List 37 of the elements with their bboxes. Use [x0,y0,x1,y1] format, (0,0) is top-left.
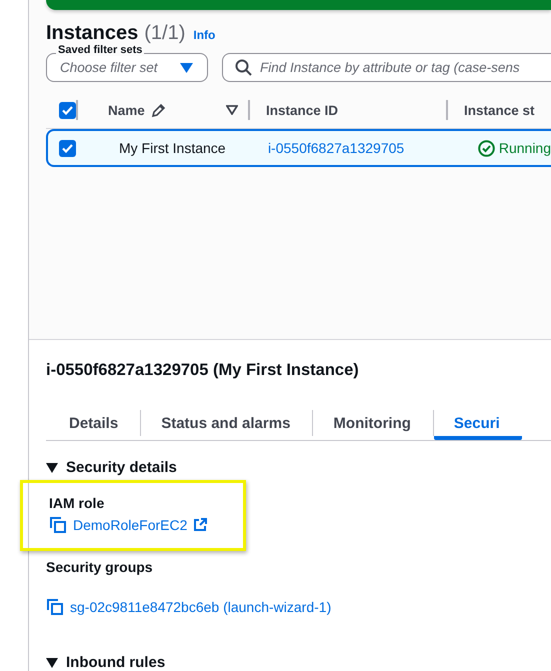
check-circle-icon [478,140,495,156]
status-cell: Running [478,140,551,156]
filter-set-label: Saved filter sets [56,44,144,56]
external-link-icon[interactable] [193,518,208,532]
instance-id-link[interactable]: i-0550f6827a1329705 [268,140,478,156]
value-link[interactable]: sg-02c9811e8472bc6eb (launch-wizard-1) [70,599,332,615]
detail-title: i-0550f6827a1329705 (My First Instance) [46,361,360,380]
tab[interactable]: Monitoring [313,406,433,440]
field-label: IAM role [49,495,106,511]
table-row[interactable]: My First Instance i-0550f6827a1329705 Running [46,129,551,167]
column-header[interactable]: Instance st [464,102,535,118]
page-title: Instances [46,22,138,45]
info-link[interactable]: Info [193,28,216,42]
pencil-icon [150,102,166,118]
column-header[interactable]: Instance ID [266,102,338,118]
tab[interactable]: Securi [434,406,522,440]
row-checkbox[interactable] [59,140,76,156]
section-title[interactable]: Security details [66,459,177,476]
copy-icon[interactable] [49,516,67,534]
table-cell-text: My First Instance [119,140,227,156]
sort-icon[interactable] [226,105,238,115]
caret-icon[interactable] [46,658,58,668]
value-link[interactable]: DemoRoleForEC2 [73,517,188,533]
column-header[interactable]: Name [108,102,166,118]
search-field[interactable]: Find Instance by attribute or tag (case-sens [222,53,551,82]
copy-icon[interactable] [46,598,64,616]
tab[interactable]: Status and alarms [141,406,312,440]
search-icon [235,59,252,76]
check-icon[interactable] [62,106,73,114]
caret-icon[interactable] [46,462,58,472]
field-label: Security groups [46,559,154,575]
filter-set-select[interactable]: Choose filter set [46,53,208,82]
section-title[interactable]: Inbound rules [66,654,166,671]
tab[interactable]: Details [46,406,140,440]
select-all-checkbox[interactable] [59,102,76,118]
check-icon[interactable] [62,144,73,152]
instance-count: (1/1) [144,22,186,45]
